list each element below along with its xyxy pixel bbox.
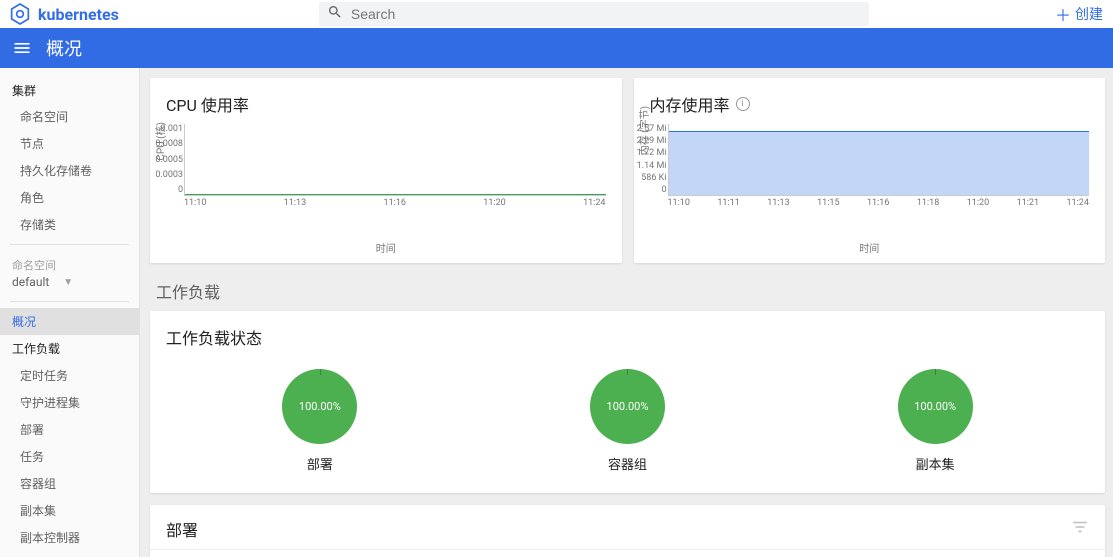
namespace-select-value: default [12, 275, 49, 289]
mem-yticks: 2.57 Mi 2.29 Mi 1.72 Mi 1.14 Mi 586 Ki 0 [625, 124, 667, 195]
cpu-yticks: 0.001 0.0008 0.0005 0.0003 0 [141, 124, 183, 195]
search-icon [327, 4, 343, 24]
search-input-wrap[interactable] [319, 2, 869, 26]
col-created[interactable]: 已创建▲ [810, 550, 959, 557]
workload-status-pods: 100.00% 容器组 [590, 363, 665, 473]
kubernetes-logo-icon [10, 4, 30, 24]
main-content: CPU 使用率 CPU (核) 0.001 0.0008 0.0005 0.00… [140, 68, 1113, 557]
sidebar: 集群 命名空间 节点 持久化存储卷 角色 存储类 命名空间 default ▼ … [0, 68, 140, 557]
create-label: 创建 [1075, 4, 1103, 24]
sidebar-item-cronjobs[interactable]: 定时任务 [0, 362, 139, 389]
brand-title: kubernetes [38, 5, 119, 24]
deployments-card: 部署 名称▲ 标签 容器组 已创建▲ 镜像 ✓ [150, 505, 1105, 557]
sidebar-item-nodes[interactable]: 节点 [0, 130, 139, 157]
col-image[interactable]: 镜像 [959, 550, 1067, 557]
memory-usage-card: 内存使用率 i 内存 (字节) 2.57 Mi 2.29 Mi 1.72 Mi … [634, 78, 1106, 263]
mem-chart-plot: 2.57 Mi 2.29 Mi 1.72 Mi 1.14 Mi 586 Ki 0 [668, 124, 1090, 196]
create-button[interactable]: ＋ 创建 [1055, 2, 1103, 26]
workload-status-replicasets: 100.00% 副本集 [898, 363, 973, 473]
col-name[interactable]: 名称▲ [150, 550, 415, 557]
donut-chart-icon: 100.00% [282, 369, 357, 444]
workload-status-title: 工作负载状态 [150, 311, 1105, 353]
sidebar-item-replicasets[interactable]: 副本集 [0, 497, 139, 524]
deployments-table: 名称▲ 标签 容器组 已创建▲ 镜像 ✓ nginx-deploy run: n… [150, 549, 1105, 557]
hamburger-menu-icon[interactable] [10, 36, 34, 60]
info-icon[interactable]: i [736, 97, 750, 111]
donut-chart-icon: 100.00% [590, 369, 665, 444]
workload-status-deployments: 100.00% 部署 [282, 363, 357, 473]
col-labels[interactable]: 标签 [415, 550, 687, 557]
cpu-xticks: 11:10 11:13 11:16 11:20 11:24 [184, 196, 606, 208]
cpu-chart-plot: 0.001 0.0008 0.0005 0.0003 0 [184, 124, 606, 196]
donut-chart-icon: 100.00% [898, 369, 973, 444]
col-pods[interactable]: 容器组 [687, 550, 811, 557]
page-title: 概况 [46, 35, 82, 61]
memory-chart-title: 内存使用率 [650, 92, 730, 116]
namespace-select[interactable]: default ▼ [0, 275, 139, 295]
sidebar-item-statefulsets[interactable]: 有状态副本集 [0, 551, 139, 557]
chevron-down-icon: ▼ [63, 277, 73, 288]
sidebar-item-namespace[interactable]: 命名空间 [0, 103, 139, 130]
sidebar-item-storageclass[interactable]: 存储类 [0, 211, 139, 238]
search-input[interactable] [351, 6, 861, 22]
sidebar-item-deployments[interactable]: 部署 [0, 416, 139, 443]
sidebar-section-cluster: 集群 [0, 74, 139, 103]
plus-icon: ＋ [1055, 2, 1071, 26]
sidebar-section-workloads[interactable]: 工作负载 [0, 335, 139, 362]
sidebar-item-pods[interactable]: 容器组 [0, 470, 139, 497]
sidebar-item-daemonsets[interactable]: 守护进程集 [0, 389, 139, 416]
sidebar-item-jobs[interactable]: 任务 [0, 443, 139, 470]
cpu-usage-card: CPU 使用率 CPU (核) 0.001 0.0008 0.0005 0.00… [150, 78, 622, 263]
filter-icon[interactable] [1071, 518, 1089, 540]
sidebar-item-roles[interactable]: 角色 [0, 184, 139, 211]
workload-status-card: 工作负载状态 100.00% 部署 100.00% 容器组 100.00% 副本… [150, 311, 1105, 493]
sidebar-item-pv[interactable]: 持久化存储卷 [0, 157, 139, 184]
sidebar-item-overview[interactable]: 概况 [0, 308, 139, 335]
cpu-chart-title: CPU 使用率 [150, 78, 622, 120]
namespace-select-label: 命名空间 [0, 251, 139, 275]
workloads-section-title: 工作负载 [150, 275, 1105, 311]
cpu-chart-xlabel: 时间 [150, 240, 622, 263]
mem-xticks: 11:10 11:11 11:13 11:15 11:16 11:18 11:2… [668, 196, 1090, 208]
sidebar-item-rcs[interactable]: 副本控制器 [0, 524, 139, 551]
mem-chart-xlabel: 时间 [634, 240, 1106, 263]
deployments-title: 部署 [166, 517, 198, 541]
